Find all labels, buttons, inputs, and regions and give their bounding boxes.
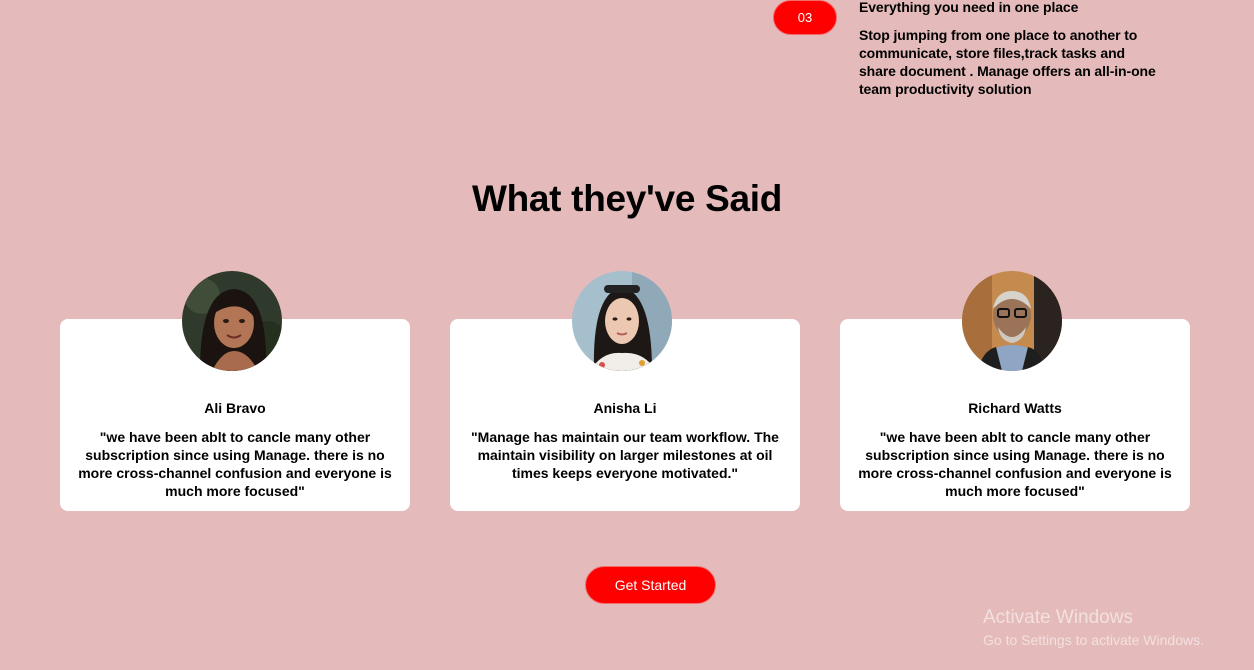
avatar	[962, 271, 1062, 371]
testimonial-quote: "we have been ablt to cancle many other …	[858, 429, 1172, 499]
feature-number-badge: 03	[773, 0, 837, 35]
testimonial-name: Ali Bravo	[204, 400, 266, 416]
avatar	[572, 271, 672, 371]
feature-title: Everything you need in one place	[859, 0, 1079, 15]
testimonials-heading: What they've Said	[471, 178, 783, 219]
page: 03 Everything you need in one place Stop…	[0, 0, 1254, 670]
testimonial-name: Anisha Li	[593, 400, 657, 416]
testimonial-name: Richard Watts	[968, 400, 1062, 416]
activate-windows-subtitle: Go to Settings to activate Windows.	[983, 632, 1204, 648]
testimonial-quote: "Manage has maintain our team workflow. …	[471, 429, 779, 481]
get-started-button[interactable]: Get Started	[585, 566, 716, 604]
feature-description: Stop jumping from one place to another t…	[859, 27, 1156, 97]
avatar	[182, 271, 282, 371]
activate-windows-title: Activate Windows	[983, 607, 1133, 628]
testimonial-quote: "we have been ablt to cancle many other …	[78, 429, 392, 499]
